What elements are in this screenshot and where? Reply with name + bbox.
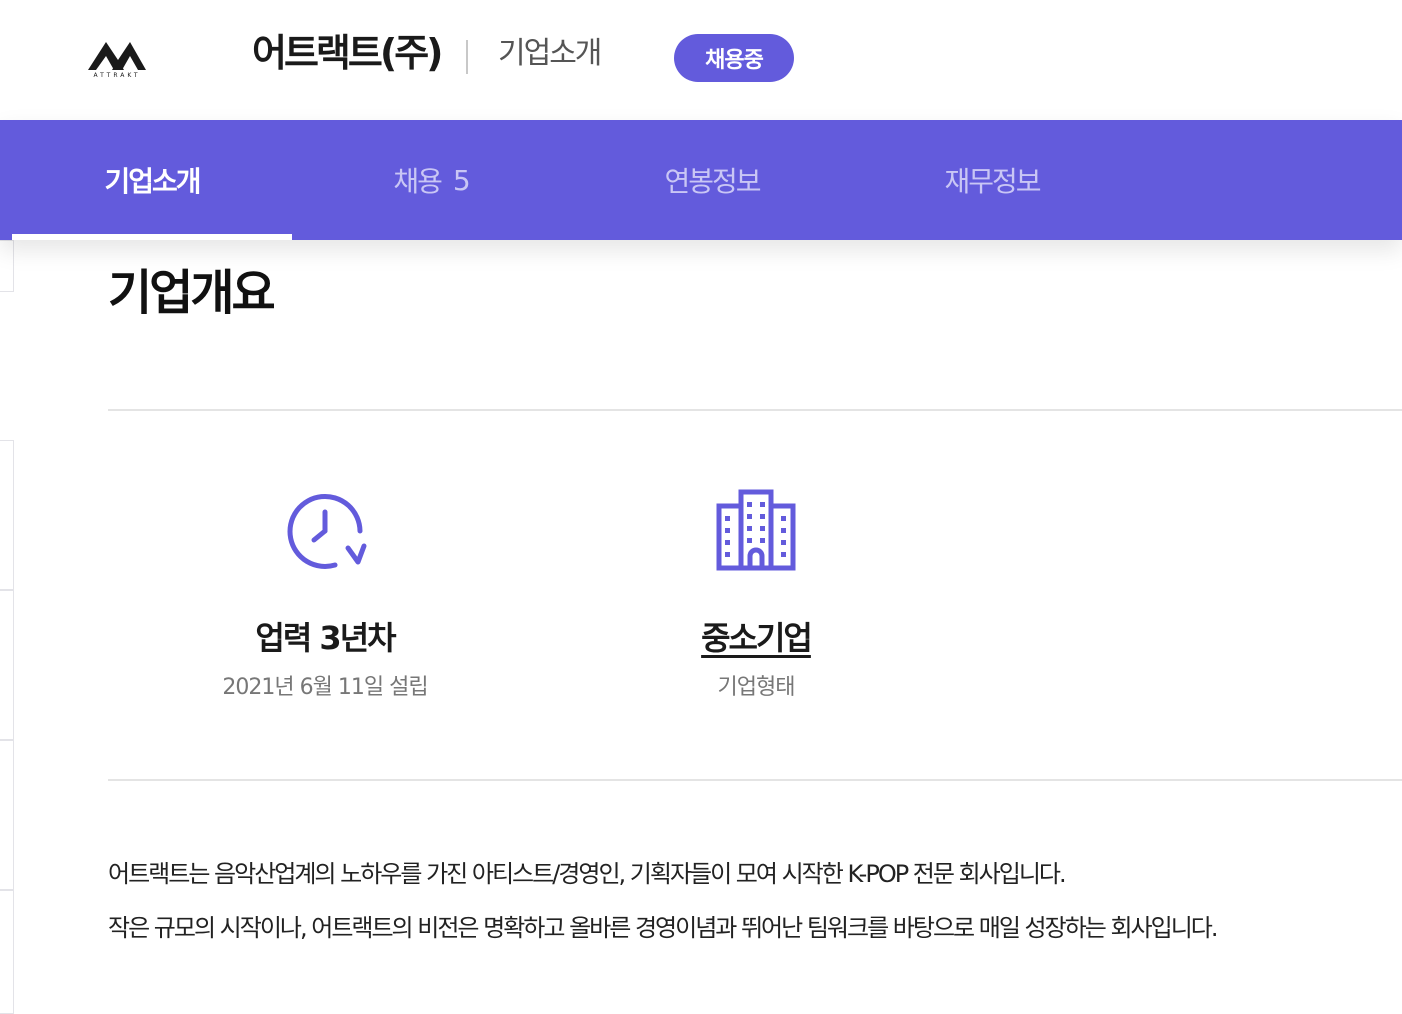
side-panel-edge	[0, 440, 14, 590]
tab-company-intro[interactable]: 기업소개	[12, 120, 292, 240]
header-subtitle: 기업소개	[498, 36, 602, 71]
side-panel-edge	[0, 240, 14, 292]
company-logo[interactable]: ATTRAKT	[86, 36, 148, 80]
building-icon	[716, 489, 796, 571]
tab-jobs[interactable]: 채용 5	[292, 120, 572, 240]
side-panel-edge	[0, 590, 14, 740]
description-line: 어트랙트는 음악산업계의 노하우를 가진 아티스트/경영인, 기획자들이 모여 …	[108, 860, 1067, 888]
tab-finance[interactable]: 재무정보	[852, 120, 1132, 240]
tab-label: 연봉정보	[664, 165, 761, 198]
active-tab-indicator	[12, 234, 292, 240]
side-panel-edge	[0, 740, 14, 890]
description-line: 작은 규모의 시작이나, 어트랙트의 비전은 명확하고 올바른 경영이념과 뛰어…	[108, 914, 1219, 942]
stat-founded: 업력 3년차 2021년 6월 11일 설립	[145, 486, 505, 704]
tab-jobs-count: 5	[452, 163, 471, 197]
tab-label: 기업소개	[104, 165, 201, 198]
company-name: 어트랙트(주)	[252, 31, 444, 75]
section-title: 기업개요	[108, 265, 276, 321]
header-divider	[466, 40, 468, 74]
history-clock-icon	[287, 493, 367, 569]
company-type-link[interactable]: 중소기업	[576, 616, 936, 660]
company-description: 어트랙트는 음악산업계의 노하우를 가진 아티스트/경영인, 기획자들이 모여 …	[108, 856, 1388, 964]
tab-label: 재무정보	[944, 165, 1041, 198]
hiring-badge[interactable]: 채용중	[674, 34, 794, 82]
side-panel-edge	[0, 890, 14, 1014]
company-header: ATTRAKT 어트랙트(주) 기업소개 채용중	[0, 0, 1402, 120]
stat-label: 기업형태	[717, 675, 796, 700]
tab-label: 채용	[393, 165, 443, 198]
stat-value: 업력 3년차	[255, 619, 396, 657]
stat-company-type: 중소기업 기업형태	[576, 486, 936, 704]
company-nav: 기업소개 채용 5 연봉정보 재무정보	[0, 120, 1402, 240]
section-divider	[108, 779, 1402, 781]
stat-label: 2021년 6월 11일 설립	[222, 675, 428, 700]
logo-wordmark: ATTRAKT	[93, 72, 141, 79]
section-divider	[108, 409, 1402, 411]
tab-salary[interactable]: 연봉정보	[572, 120, 852, 240]
